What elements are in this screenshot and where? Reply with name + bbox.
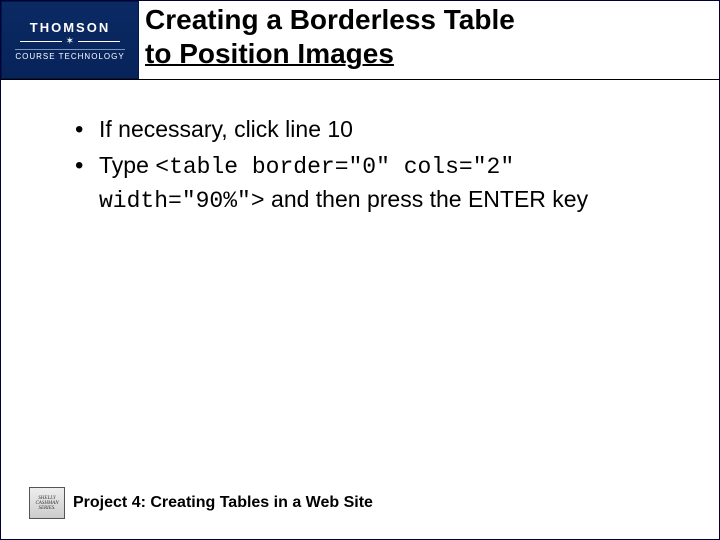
series-badge-line: SERIES.	[38, 506, 55, 511]
slide: THOMSON ✶ COURSE TECHNOLOGY Creating a B…	[0, 0, 720, 540]
logo-brand-bottom: COURSE TECHNOLOGY	[15, 49, 124, 61]
series-badge: SHELLY CASHMAN SERIES.	[29, 487, 65, 519]
title-line-2: to Position Images	[145, 38, 394, 69]
bullet-text: If necessary, click line 10	[99, 116, 353, 142]
logo-divider: ✶	[20, 37, 120, 47]
bullet-tail: and then press the ENTER key	[265, 186, 588, 212]
publisher-logo: THOMSON ✶ COURSE TECHNOLOGY	[1, 1, 139, 79]
slide-body: If necessary, click line 10 Type <table …	[71, 113, 691, 222]
slide-title: Creating a Borderless Table to Position …	[145, 3, 709, 70]
header-rule	[1, 79, 719, 80]
footer-text: Project 4: Creating Tables in a Web Site	[73, 494, 373, 512]
slide-header: THOMSON ✶ COURSE TECHNOLOGY Creating a B…	[1, 1, 719, 79]
bullet-list: If necessary, click line 10 Type <table …	[71, 113, 691, 218]
slide-footer: SHELLY CASHMAN SERIES. Project 4: Creati…	[29, 487, 709, 519]
logo-brand-top: THOMSON	[30, 20, 110, 35]
list-item: If necessary, click line 10	[71, 113, 691, 145]
title-line-1: Creating a Borderless Table	[145, 4, 515, 35]
bullet-lead: Type	[99, 152, 155, 178]
star-icon: ✶	[66, 37, 75, 47]
list-item: Type <table border="0" cols="2" width="9…	[71, 149, 691, 217]
